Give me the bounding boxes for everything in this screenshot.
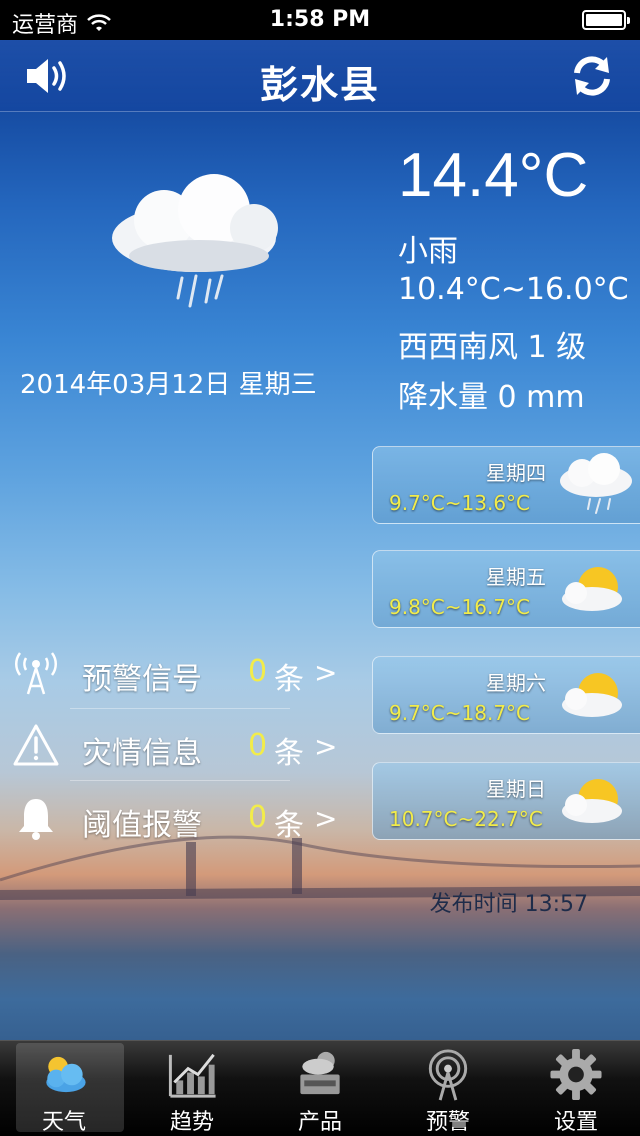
- gear-icon: [550, 1048, 602, 1101]
- forecast-range: 9.7°C~13.6°C: [389, 491, 531, 515]
- chevron-right-icon: >: [314, 730, 338, 763]
- sun-cloud-icon: [562, 779, 622, 823]
- sun-cloud-icon: [562, 567, 622, 611]
- battery-icon: [582, 10, 630, 30]
- publish-time: 发布时间 13:57: [429, 892, 588, 917]
- forecast-card[interactable]: 星期四 9.7°C~13.6°C: [372, 446, 640, 524]
- tab-trend[interactable]: 趋势: [128, 1041, 256, 1136]
- current-temp-range: 10.4°C~16.0°C: [398, 272, 629, 307]
- status-bar: 运营商 1:58 PM: [0, 0, 640, 40]
- tab-alert[interactable]: 预警: [384, 1041, 512, 1136]
- refresh-button[interactable]: [564, 50, 620, 102]
- alert-row-disaster[interactable]: 灾情信息 0 条 >: [12, 718, 352, 774]
- cloud-rain-icon: [560, 453, 632, 514]
- current-temperature: 14.4°C: [398, 141, 589, 210]
- alert-count: 0: [248, 728, 268, 763]
- divider: [70, 780, 290, 781]
- tab-label: 预警: [425, 1110, 470, 1135]
- forecast-range: 10.7°C~22.7°C: [389, 807, 543, 831]
- alert-unit: 条: [274, 662, 304, 697]
- alert-label: 预警信号: [82, 662, 202, 697]
- cloud-rain-icon: [112, 174, 278, 308]
- alert-count: 0: [248, 654, 268, 689]
- refresh-icon: [574, 56, 610, 96]
- warning-triangle-icon: [13, 724, 59, 766]
- alert-row-signal[interactable]: 预警信号 0 条 >: [12, 644, 352, 700]
- sun-cloud-icon: [562, 673, 622, 717]
- tab-bar: 天气 趋势 产品 预警 设置: [0, 1040, 640, 1136]
- forecast-range: 9.7°C~18.7°C: [389, 701, 531, 725]
- forecast-card[interactable]: 星期日 10.7°C~22.7°C: [372, 762, 640, 840]
- trend-chart-icon: [168, 1053, 216, 1098]
- forecast-range: 9.8°C~16.7°C: [389, 595, 531, 619]
- chevron-right-icon: >: [314, 656, 338, 689]
- tab-settings[interactable]: 设置: [512, 1041, 640, 1136]
- tab-label: 设置: [553, 1110, 598, 1135]
- page-title: 彭水县: [259, 63, 380, 107]
- current-condition: 小雨: [398, 234, 458, 269]
- current-precip: 降水量 0 mm: [398, 380, 585, 415]
- forecast-day: 星期四: [486, 461, 546, 485]
- forecast-day: 星期六: [486, 671, 546, 695]
- alert-label: 灾情信息: [82, 736, 202, 771]
- divider: [70, 708, 290, 709]
- weather-icon: [46, 1056, 86, 1093]
- forecast-card[interactable]: 星期六 9.7°C~18.7°C: [372, 656, 640, 734]
- product-icon: [300, 1051, 340, 1095]
- forecast-card[interactable]: 星期五 9.8°C~16.7°C: [372, 550, 640, 628]
- tab-label: 产品: [297, 1110, 342, 1135]
- status-time: 1:58 PM: [269, 7, 371, 32]
- tab-label: 天气: [41, 1110, 86, 1135]
- alert-unit: 条: [274, 736, 304, 771]
- nav-bar: 彭水县: [0, 40, 640, 112]
- tab-product[interactable]: 产品: [256, 1041, 384, 1136]
- signal-tower-icon: [15, 652, 57, 695]
- current-date: 2014年03月12日 星期三: [20, 370, 317, 400]
- current-wind: 西西南风 1 级: [398, 330, 587, 365]
- radar-icon: [428, 1049, 468, 1101]
- tab-label: 趋势: [169, 1110, 214, 1135]
- forecast-day: 星期日: [486, 777, 546, 801]
- forecast-day: 星期五: [486, 565, 546, 589]
- tab-weather[interactable]: 天气: [0, 1041, 128, 1136]
